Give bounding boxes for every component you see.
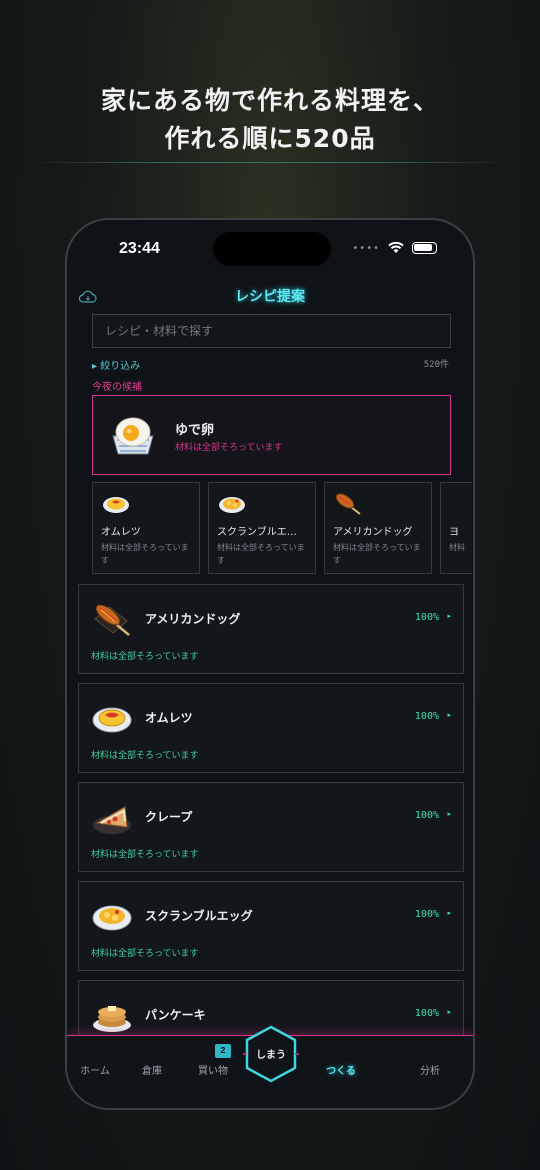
candidate-card[interactable]: ヨ 材料	[440, 482, 472, 574]
recipe-match-percent: 100%	[414, 711, 439, 722]
recipe-status: 材料は全部そろっています	[91, 850, 199, 860]
candidate-card[interactable]: オムレツ 材料は全部そろっています	[92, 482, 200, 574]
candidate-carousel[interactable]: オムレツ 材料は全部そろっています スクランブルエ… 材料は全部そろっています …	[92, 482, 472, 576]
chevron-right-icon: ▸	[447, 1008, 451, 1016]
dynamic-island	[213, 232, 331, 266]
recipe-match-percent: 100%	[414, 1008, 439, 1019]
chevron-right-icon: ▸	[447, 612, 451, 620]
recipe-search-input[interactable]	[92, 314, 451, 348]
chevron-right-icon: ▸	[447, 810, 451, 818]
chevron-right-icon: ▸	[447, 711, 451, 719]
candidate-card[interactable]: スクランブルエ… 材料は全部そろっています	[208, 482, 316, 574]
candidate-name: スクランブルエ…	[217, 527, 297, 538]
featured-recipe-name: ゆで卵	[175, 423, 215, 438]
recipe-match-percent: 100%	[414, 909, 439, 920]
recipe-card[interactable]: オムレツ 100% ▸ 材料は全部そろっています	[78, 683, 464, 773]
signal-icon: ••••	[352, 242, 380, 254]
recipe-card[interactable]: スクランブルエッグ 100% ▸ 材料は全部そろっています	[78, 881, 464, 971]
candidate-status: 材料は全部そろっています	[333, 543, 421, 565]
tab-analysis[interactable]: 分析	[415, 1062, 445, 1077]
recipe-status: 材料は全部そろっています	[91, 652, 199, 662]
recipe-card[interactable]: アメリカンドッグ 100% ▸ 材料は全部そろっています	[78, 584, 464, 674]
featured-recipe-status: 材料は全部そろっています	[175, 443, 283, 453]
promo-headline: 家にある物で作れる料理を、 作れる順に520品	[0, 82, 540, 158]
corn-dog-icon	[335, 493, 361, 515]
boiled-egg-icon	[112, 417, 154, 455]
recipe-match-percent: 100%	[414, 612, 439, 623]
tonight-section-label: 今夜の候補	[92, 382, 142, 393]
candidate-name: オムレツ	[101, 527, 141, 538]
tab-storage[interactable]: 倉庫	[137, 1062, 167, 1077]
crepe-icon	[93, 806, 131, 834]
recipe-card[interactable]: クレープ 100% ▸ 材料は全部そろっています	[78, 782, 464, 872]
recipe-status: 材料は全部そろっています	[91, 751, 199, 761]
candidate-name: ヨ	[449, 527, 459, 538]
chevron-right-icon: ▸	[447, 909, 451, 917]
headline-divider	[30, 162, 510, 163]
candidate-status: 材料は全部そろっています	[101, 543, 189, 565]
store-hex-label: しまう	[256, 1050, 286, 1061]
candidate-card[interactable]: アメリカンドッグ 材料は全部そろっています	[324, 482, 432, 574]
recipe-status: 材料は全部そろっています	[91, 949, 199, 959]
pancake-icon	[93, 1006, 131, 1032]
battery-icon	[412, 242, 437, 254]
shopping-badge: 2	[215, 1044, 231, 1058]
tab-cook[interactable]: つくる	[321, 1062, 361, 1077]
recipe-match-percent: 100%	[414, 810, 439, 821]
phone-frame: 23:44 •••• レシピ提案 ▸ 絞り込み 520件 今夜の候補 ゆで卵 材…	[65, 218, 475, 1110]
recipe-name: クレープ	[145, 810, 193, 824]
status-icons: ••••	[352, 242, 437, 254]
recipe-name: オムレツ	[145, 711, 193, 725]
recipe-name: アメリカンドッグ	[145, 612, 241, 626]
candidate-status: 材料	[449, 543, 465, 552]
tab-home[interactable]: ホーム	[77, 1062, 113, 1077]
corn-dog-icon	[94, 604, 130, 636]
status-time: 23:44	[119, 240, 160, 257]
tab-shopping[interactable]: 買い物	[193, 1062, 233, 1077]
filter-toggle[interactable]: ▸ 絞り込み	[92, 357, 140, 372]
featured-recipe-card[interactable]: ゆで卵 材料は全部そろっています	[92, 395, 451, 475]
recipe-count: 520件	[423, 360, 449, 370]
promo-headline-line2: 作れる順に520品	[164, 124, 376, 153]
candidate-status: 材料は全部そろっています	[217, 543, 305, 565]
scrambled-egg-icon	[219, 497, 245, 513]
omelette-icon	[92, 707, 132, 733]
scrambled-egg-icon	[92, 905, 132, 931]
recipe-name: スクランブルエッグ	[145, 909, 253, 923]
tab-bar: ホーム 倉庫 2 買い物 しまう つくる 分析	[67, 1025, 473, 1108]
wifi-icon	[388, 242, 404, 253]
candidate-name: アメリカンドッグ	[333, 527, 413, 538]
omelette-icon	[103, 497, 129, 513]
recipe-name: パンケーキ	[145, 1008, 206, 1022]
promo-headline-line1: 家にある物で作れる料理を、	[100, 86, 439, 115]
screen-title: レシピ提案	[235, 289, 305, 305]
